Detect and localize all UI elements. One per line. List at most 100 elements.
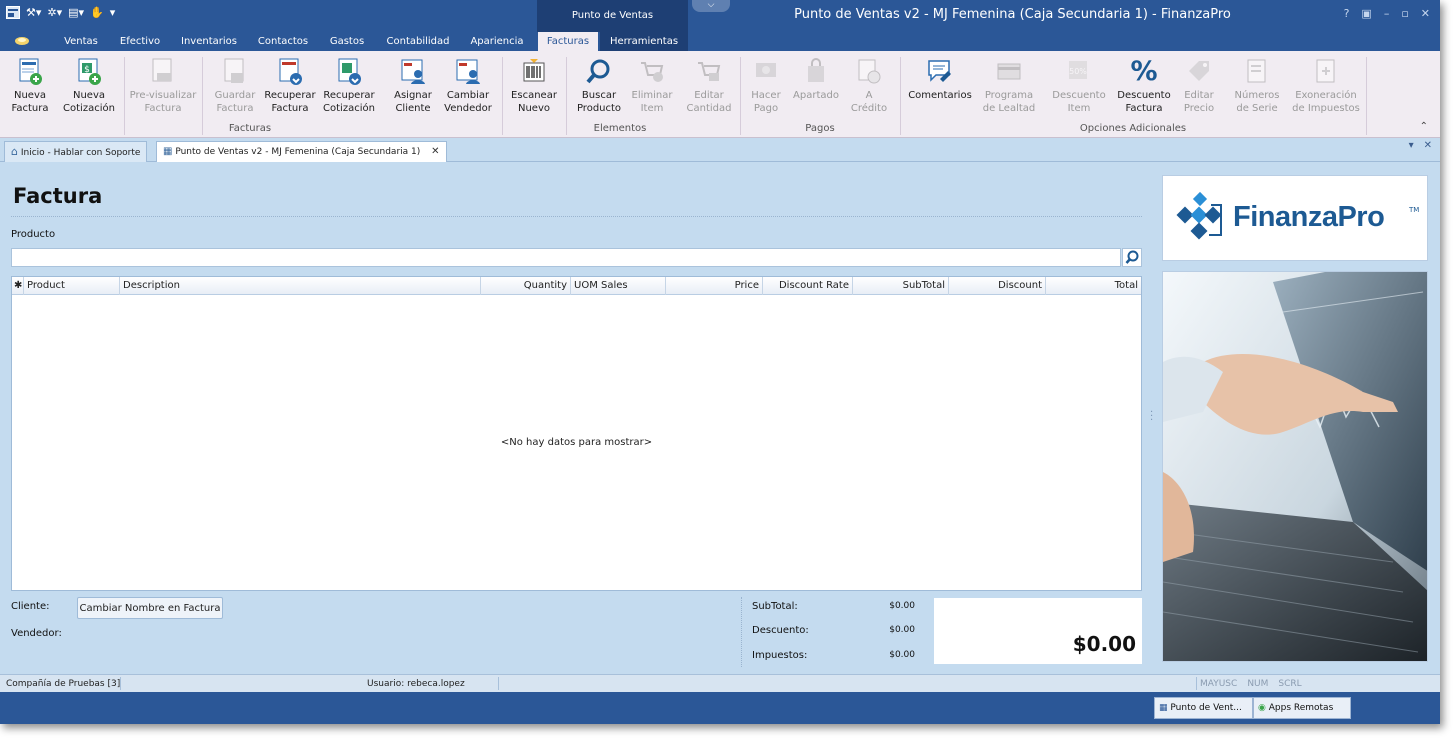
tab-contactos[interactable]: Contactos bbox=[251, 32, 315, 51]
column-uom-sales[interactable]: UOM Sales bbox=[571, 277, 666, 295]
guardar-factura-button[interactable]: Guardar Factura bbox=[206, 57, 264, 121]
column-subtotal[interactable]: SubTotal bbox=[853, 277, 949, 295]
column-price[interactable]: Price bbox=[666, 277, 763, 295]
hacer-pago-button[interactable]: Hacer Pago bbox=[740, 57, 792, 121]
close-tab-icon[interactable]: ✕ bbox=[431, 146, 439, 157]
recuperar-cotizacion-button[interactable]: Recuperar Cotización bbox=[318, 57, 380, 121]
eliminar-item-button[interactable]: Eliminar Item bbox=[624, 57, 680, 121]
save-invoice-icon bbox=[224, 58, 244, 83]
producto-search-button[interactable] bbox=[1122, 248, 1142, 267]
tab-apariencia[interactable]: Apariencia bbox=[464, 32, 530, 51]
a-credito-label: A Crédito bbox=[850, 90, 888, 114]
group-opciones-label: Opciones Adicionales bbox=[1079, 123, 1187, 134]
nueva-factura-label: Nueva Factura bbox=[11, 90, 49, 114]
preview-icon bbox=[152, 58, 172, 82]
restore-ribbon-icon[interactable]: ▣ bbox=[1361, 7, 1371, 20]
percent-icon: % bbox=[1130, 56, 1158, 87]
apartado-button[interactable]: Apartado bbox=[788, 57, 844, 121]
title-bar: ⚒▾ ✲▾ ▤▾ ✋ ▾ Punto de Ventas ⌵ Punto de … bbox=[0, 0, 1440, 32]
column-total[interactable]: Total bbox=[1046, 277, 1141, 295]
document-controls: ▾ ✕ bbox=[1409, 140, 1432, 151]
taskbar-item-pos[interactable]: ▦ Punto de Vent... bbox=[1154, 697, 1253, 719]
cambiar-nombre-button[interactable]: Cambiar Nombre en Factura bbox=[77, 597, 223, 619]
numeros-serie-button[interactable]: Números de Serie bbox=[1228, 57, 1286, 121]
descuento-item-button[interactable]: 50% Descuento Item bbox=[1048, 57, 1110, 121]
quick-access-toolbar: ⚒▾ ✲▾ ▤▾ ✋ ▾ bbox=[6, 6, 115, 19]
document-tab-strip: ⌂ Inicio - Hablar con Soporte ▦ Punto de… bbox=[0, 138, 1440, 162]
nueva-cotizacion-button[interactable]: $ Nueva Cotización bbox=[54, 57, 124, 121]
exoneracion-impuestos-button[interactable]: Exoneración de Impuestos bbox=[1290, 57, 1362, 121]
customize-qat-icon[interactable]: ▾ bbox=[110, 6, 116, 19]
programa-lealtad-button[interactable]: Programa de Lealtad bbox=[978, 57, 1040, 121]
a-credito-button[interactable]: A Crédito bbox=[840, 57, 898, 121]
column-product[interactable]: Product bbox=[24, 277, 120, 295]
credit-clock-icon bbox=[858, 59, 881, 84]
gear-icon[interactable]: ✲▾ bbox=[47, 6, 62, 19]
column-description[interactable]: Description bbox=[120, 277, 481, 295]
comment-icon bbox=[928, 60, 951, 82]
assign-customer-icon bbox=[401, 59, 425, 84]
brand-trademark: TM bbox=[1409, 206, 1420, 214]
comentarios-button[interactable]: Comentarios bbox=[904, 57, 976, 121]
tab-contabilidad[interactable]: Contabilidad bbox=[380, 32, 456, 51]
producto-input[interactable] bbox=[11, 248, 1121, 267]
file-menu-button[interactable] bbox=[4, 32, 40, 51]
tools-icon[interactable]: ⚒▾ bbox=[26, 6, 41, 19]
tab-gastos[interactable]: Gastos bbox=[324, 32, 370, 51]
column-discount[interactable]: Discount bbox=[949, 277, 1046, 295]
column-quantity[interactable]: Quantity bbox=[481, 277, 571, 295]
tab-efectivo[interactable]: Efectivo bbox=[113, 32, 167, 51]
panel-splitter[interactable]: · · · bbox=[1150, 408, 1153, 426]
tab-inventarios[interactable]: Inventarios bbox=[175, 32, 243, 51]
apartado-label: Apartado bbox=[793, 90, 839, 101]
tab-ventas[interactable]: Ventas bbox=[55, 32, 107, 51]
tab-facturas[interactable]: Facturas bbox=[538, 32, 598, 51]
escanear-nuevo-button[interactable]: Escanear Nuevo bbox=[506, 57, 562, 121]
asignar-cliente-button[interactable]: Asignar Cliente bbox=[384, 57, 442, 121]
hand-icon[interactable]: ✋ bbox=[90, 6, 104, 19]
change-seller-icon bbox=[456, 59, 480, 84]
app-icon[interactable] bbox=[6, 6, 20, 19]
layaway-bag-icon bbox=[808, 58, 824, 82]
cambiar-vendedor-button[interactable]: Cambiar Vendedor bbox=[438, 57, 498, 121]
printer-icon[interactable]: ▤▾ bbox=[68, 6, 84, 19]
tab-list-icon[interactable]: ▾ bbox=[1409, 140, 1414, 151]
svg-text:50%: 50% bbox=[1069, 67, 1087, 76]
column-discount-rate[interactable]: Discount Rate bbox=[763, 277, 853, 295]
brand-logo-panel: FinanzaPro TM bbox=[1162, 175, 1428, 261]
doc-tab-inicio[interactable]: ⌂ Inicio - Hablar con Soporte bbox=[4, 141, 148, 162]
previsualizar-factura-button[interactable]: Pre-visualizar Factura bbox=[128, 57, 198, 121]
descuento-item-label: Descuento Item bbox=[1052, 90, 1106, 114]
editar-precio-button[interactable]: Editar Precio bbox=[1170, 57, 1228, 121]
recuperar-factura-button[interactable]: Recuperar Factura bbox=[260, 57, 320, 121]
taskbar-item-pos-label: Punto de Vent... bbox=[1170, 703, 1242, 713]
page-title: Factura bbox=[13, 184, 103, 208]
help-icon[interactable]: ? bbox=[1344, 7, 1350, 20]
grand-total-value: $0.00 bbox=[1072, 632, 1136, 656]
minimize-ribbon-icon[interactable]: ⌃ bbox=[1420, 121, 1428, 132]
invoice-lines-grid[interactable]: ✱ Product Description Quantity UOM Sales… bbox=[11, 276, 1142, 591]
status-keys: MAYUSC NUM SCRL bbox=[1200, 679, 1302, 689]
recover-quote-icon bbox=[338, 58, 361, 85]
buscar-label: Buscar Producto bbox=[576, 90, 622, 114]
maximize-icon[interactable]: ▫ bbox=[1401, 7, 1408, 20]
minimize-icon[interactable]: – bbox=[1384, 7, 1390, 20]
taskbar-item-apps-label: Apps Remotas bbox=[1268, 703, 1334, 713]
num-lock-indicator: NUM bbox=[1247, 679, 1269, 689]
doc-tab-punto-de-ventas[interactable]: ▦ Punto de Ventas v2 - MJ Femenina (Caja… bbox=[156, 141, 447, 162]
nueva-factura-button[interactable]: Nueva Factura bbox=[0, 57, 60, 121]
close-icon[interactable]: ✕ bbox=[1421, 7, 1430, 20]
editar-cantidad-label: Editar Cantidad bbox=[686, 90, 732, 114]
buscar-producto-button[interactable]: Buscar Producto bbox=[570, 57, 628, 121]
editar-cantidad-button[interactable]: Editar Cantidad bbox=[680, 57, 738, 121]
recuperar-factura-label: Recuperar Factura bbox=[264, 90, 316, 114]
close-document-icon[interactable]: ✕ bbox=[1424, 140, 1432, 151]
group-facturas-label: Facturas bbox=[228, 123, 272, 134]
scroll-lock-indicator: SCRL bbox=[1278, 679, 1302, 689]
impuestos-label: Impuestos: bbox=[752, 650, 808, 661]
brand-name: FinanzaPro bbox=[1233, 201, 1385, 234]
descuento-factura-button[interactable]: % Descuento Factura bbox=[1112, 57, 1176, 121]
ribbon-separator bbox=[502, 57, 503, 135]
taskbar-item-apps-remotas[interactable]: ◉ Apps Remotas bbox=[1253, 697, 1351, 719]
tab-herramientas[interactable]: Herramientas bbox=[600, 32, 688, 51]
